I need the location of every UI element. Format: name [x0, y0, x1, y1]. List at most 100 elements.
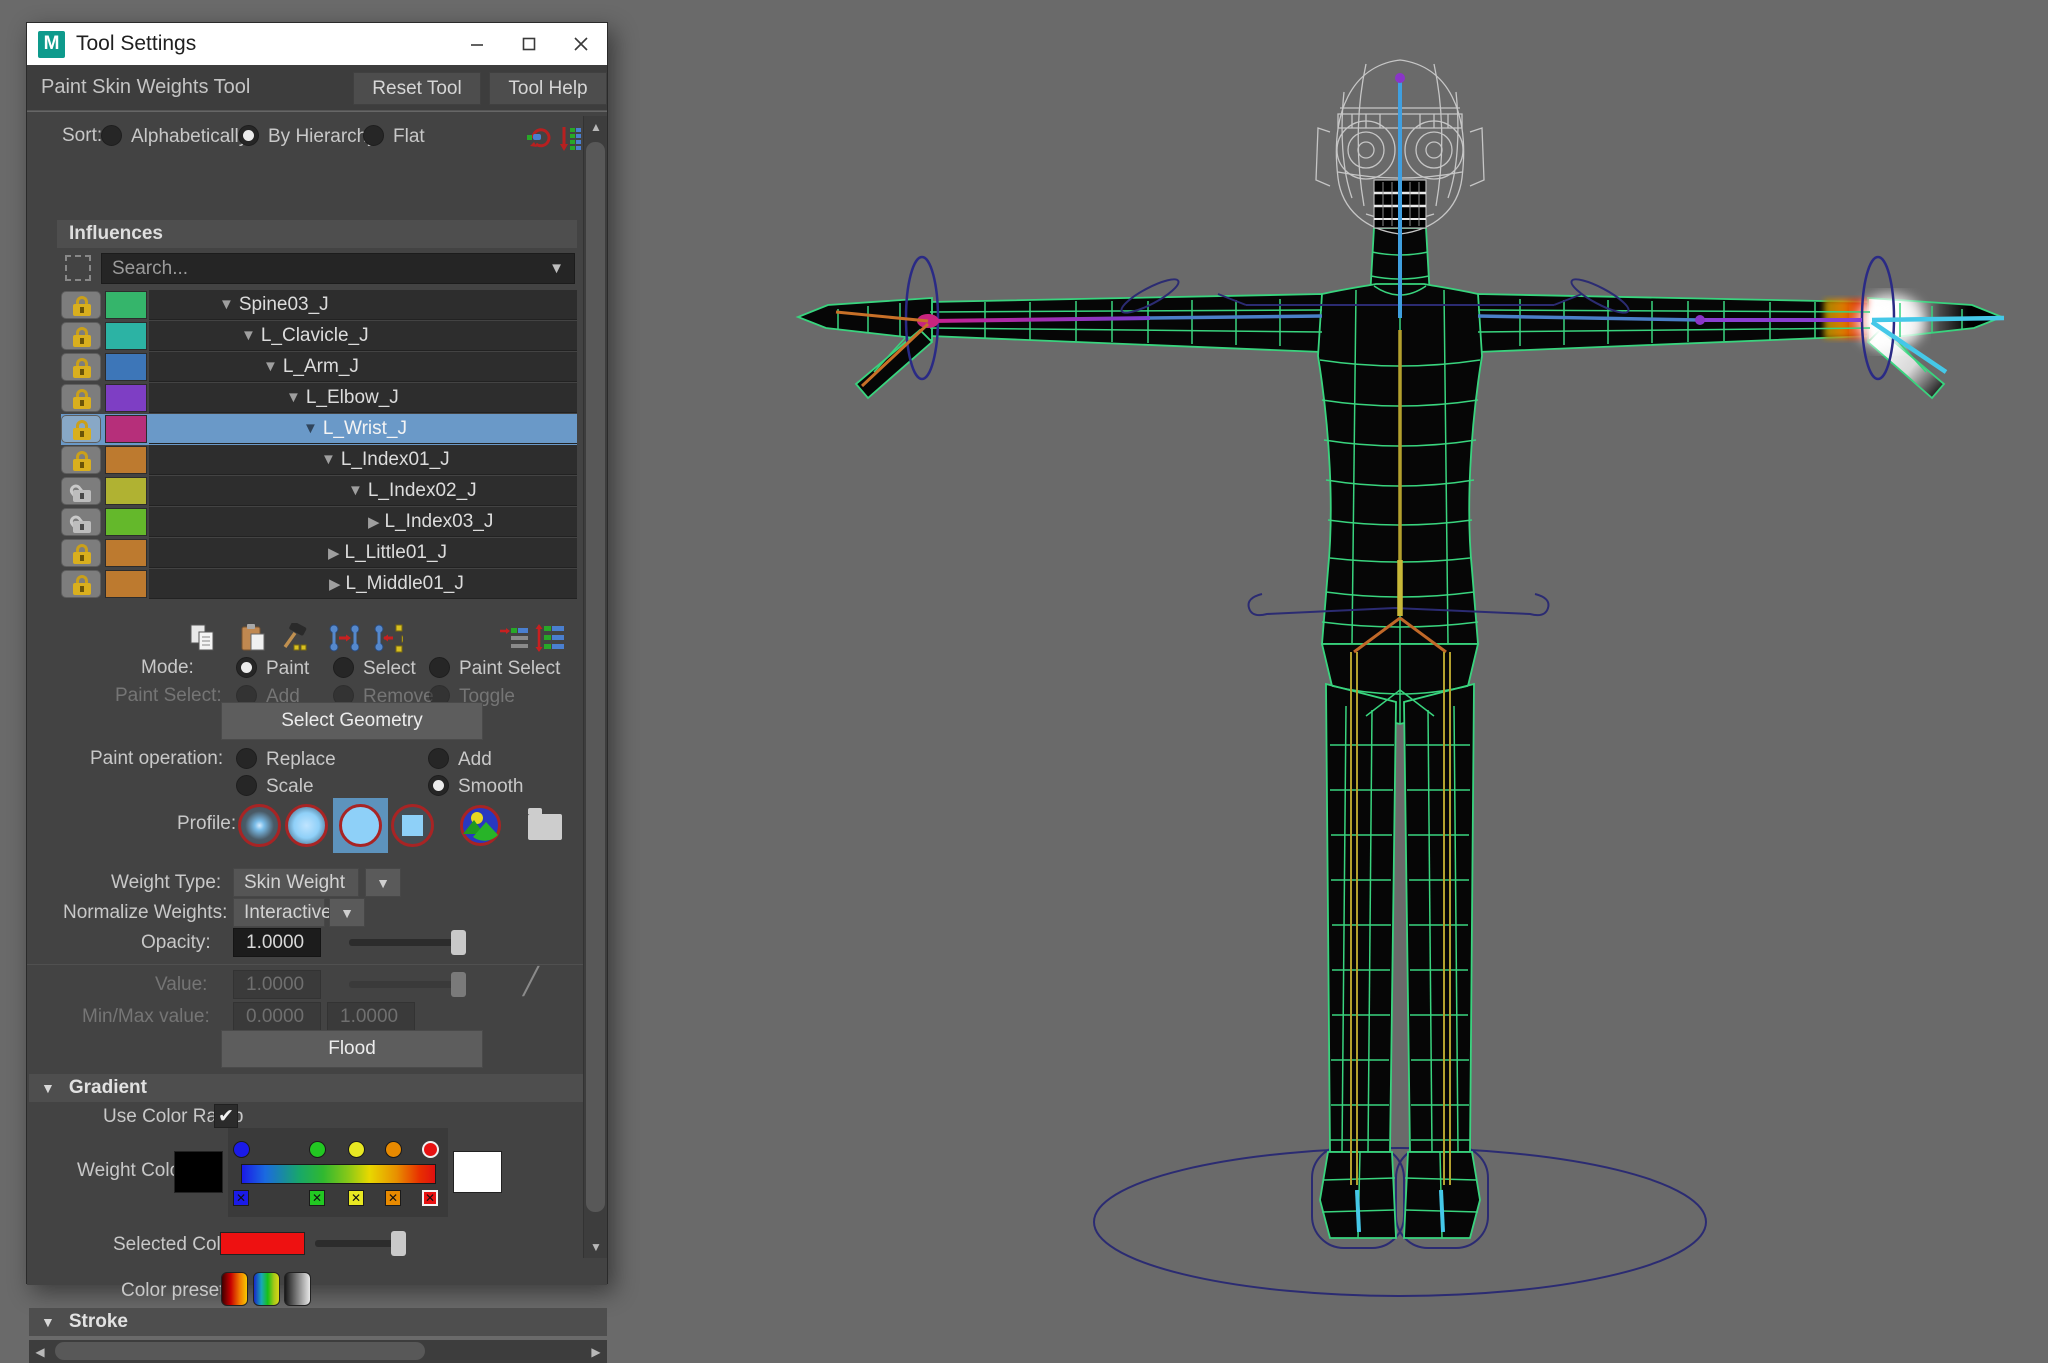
- joint-color-swatch[interactable]: [105, 384, 147, 412]
- influence-row-l-index03[interactable]: ▶L_Index03_J: [61, 507, 577, 538]
- horizontal-scrollbar-thumb[interactable]: [55, 1342, 425, 1360]
- unlock-icon[interactable]: [61, 477, 101, 505]
- influence-row-l-index01[interactable]: ▼L_Index01_J: [61, 445, 577, 476]
- lock-icon[interactable]: [61, 446, 101, 474]
- image-brush-icon[interactable]: [459, 804, 502, 847]
- selected-color-slider[interactable]: [315, 1240, 403, 1247]
- window-titlebar[interactable]: M Tool Settings: [27, 23, 607, 65]
- joint-color-swatch[interactable]: [105, 291, 147, 319]
- search-dropdown-icon[interactable]: ▼: [549, 260, 564, 277]
- vertical-scrollbar[interactable]: ▲ ▼: [583, 116, 607, 1258]
- weight-type-dropdown-arrow[interactable]: ▼: [365, 868, 401, 897]
- weight-color-white-swatch[interactable]: [453, 1151, 502, 1193]
- scroll-up-icon[interactable]: ▲: [584, 116, 608, 138]
- refresh-influences-icon[interactable]: [525, 125, 553, 151]
- collapse-arrow-icon[interactable]: ▼: [41, 1080, 55, 1096]
- copy-weights-icon[interactable]: [189, 623, 221, 653]
- solid-brush-icon[interactable]: [339, 804, 382, 847]
- opacity-slider[interactable]: [349, 939, 465, 946]
- lock-icon[interactable]: [61, 353, 101, 381]
- ramp-stop-red-selected[interactable]: [422, 1141, 439, 1158]
- gaussian-brush-icon[interactable]: [238, 804, 281, 847]
- joint-color-swatch[interactable]: [105, 539, 147, 567]
- tool-help-button[interactable]: Tool Help: [489, 72, 607, 105]
- reset-tool-button[interactable]: Reset Tool: [353, 72, 481, 105]
- color-ramp-gradient-bar[interactable]: [241, 1164, 436, 1184]
- lock-icon[interactable]: [61, 415, 101, 443]
- ramp-stop-blue[interactable]: [233, 1141, 250, 1158]
- influence-row-l-wrist-selected[interactable]: ▼L_Wrist_J: [61, 414, 577, 445]
- scroll-left-icon[interactable]: ◀: [29, 1340, 51, 1363]
- sort-by-hierarchy-radio[interactable]: By Hierarchy: [238, 125, 377, 148]
- paint-op-scale-radio[interactable]: Scale: [236, 775, 314, 798]
- influence-row-l-middle01[interactable]: ▶L_Middle01_J: [61, 569, 577, 600]
- ground-master-control-circle[interactable]: [1094, 1148, 1706, 1296]
- lock-icon[interactable]: [61, 570, 101, 598]
- lock-icon[interactable]: [61, 384, 101, 412]
- influence-row-l-arm[interactable]: ▼L_Arm_J: [61, 352, 577, 383]
- sort-influences-icon[interactable]: [534, 623, 566, 653]
- joint-color-swatch[interactable]: [105, 477, 147, 505]
- ramp-key-green[interactable]: ✕: [309, 1190, 325, 1206]
- fire-gradient-preset[interactable]: [221, 1272, 248, 1306]
- weight-type-dropdown[interactable]: Skin Weight: [233, 868, 359, 897]
- lock-icon[interactable]: [61, 322, 101, 350]
- ramp-key-yellow[interactable]: ✕: [348, 1190, 364, 1206]
- move-weights-icon[interactable]: [327, 623, 359, 653]
- minimize-button[interactable]: [451, 23, 503, 65]
- joint-color-swatch[interactable]: [105, 508, 147, 536]
- ramp-key-orange[interactable]: ✕: [385, 1190, 401, 1206]
- color-ramp-widget[interactable]: ✕ ✕ ✕ ✕ ✕: [228, 1128, 448, 1217]
- influence-row-l-elbow[interactable]: ▼L_Elbow_J: [61, 383, 577, 414]
- opacity-input[interactable]: 1.0000: [233, 928, 321, 957]
- grayscale-gradient-preset[interactable]: [284, 1272, 311, 1306]
- joint-color-swatch[interactable]: [105, 570, 147, 598]
- scroll-down-icon[interactable]: ▼: [584, 1236, 608, 1258]
- show-influences-icon[interactable]: [498, 623, 530, 653]
- scroll-right-icon[interactable]: ▶: [585, 1340, 607, 1363]
- use-color-ramp-checkbox[interactable]: ✔: [214, 1104, 238, 1128]
- folder-icon[interactable]: [528, 814, 562, 840]
- mode-select-radio[interactable]: Select: [333, 657, 416, 680]
- ramp-key-blue[interactable]: ✕: [233, 1190, 249, 1206]
- flood-button[interactable]: Flood: [221, 1030, 483, 1068]
- vertical-scrollbar-thumb[interactable]: [586, 142, 605, 1212]
- ramp-stop-orange[interactable]: [385, 1141, 402, 1158]
- influence-row-l-little01[interactable]: ▶L_Little01_J: [61, 538, 577, 569]
- ramp-key-red-selected[interactable]: ✕: [422, 1190, 438, 1206]
- horizontal-scrollbar[interactable]: ◀ ▶: [29, 1340, 607, 1363]
- ramp-stop-yellow[interactable]: [348, 1141, 365, 1158]
- gradient-section-header[interactable]: ▼ Gradient: [29, 1074, 607, 1102]
- rainbow-gradient-preset[interactable]: [253, 1272, 280, 1306]
- joint-color-swatch[interactable]: [105, 322, 147, 350]
- unlock-icon[interactable]: [61, 508, 101, 536]
- ramp-stop-green[interactable]: [309, 1141, 326, 1158]
- normalize-weights-dropdown[interactable]: Interactive: [233, 898, 325, 927]
- joint-color-swatch[interactable]: [105, 415, 147, 443]
- selected-color-swatch[interactable]: [220, 1232, 305, 1255]
- weight-hammer-icon[interactable]: [281, 623, 313, 653]
- paste-weights-icon[interactable]: [239, 623, 271, 653]
- lock-icon[interactable]: [61, 539, 101, 567]
- close-button[interactable]: [555, 23, 607, 65]
- maximize-button[interactable]: [503, 23, 555, 65]
- joint-color-swatch[interactable]: [105, 353, 147, 381]
- stroke-section-header[interactable]: ▼ Stroke: [29, 1308, 607, 1336]
- sort-flat-radio[interactable]: Flat: [363, 125, 425, 148]
- sort-alphabetically-radio[interactable]: Alphabetically: [101, 125, 248, 148]
- paint-op-smooth-radio[interactable]: Smooth: [428, 775, 523, 798]
- paint-op-replace-radio[interactable]: Replace: [236, 748, 336, 771]
- influence-grid-icon[interactable]: [557, 125, 583, 153]
- normalize-weights-dropdown-arrow[interactable]: ▼: [329, 898, 365, 927]
- influence-row-spine03[interactable]: ▼Spine03_J: [61, 290, 577, 321]
- search-input[interactable]: Search... ▼: [101, 253, 575, 284]
- weight-color-black-swatch[interactable]: [174, 1151, 223, 1193]
- collapse-arrow-icon[interactable]: ▼: [41, 1314, 55, 1330]
- paint-op-add-radio[interactable]: Add: [428, 748, 492, 771]
- joint-color-swatch[interactable]: [105, 446, 147, 474]
- square-brush-icon[interactable]: [391, 804, 434, 847]
- influence-row-l-index02[interactable]: ▼L_Index02_J: [61, 476, 577, 507]
- influence-row-l-clavicle[interactable]: ▼L_Clavicle_J: [61, 321, 577, 352]
- mode-paint-radio[interactable]: Paint: [236, 657, 309, 680]
- mode-paint-select-radio[interactable]: Paint Select: [429, 657, 560, 680]
